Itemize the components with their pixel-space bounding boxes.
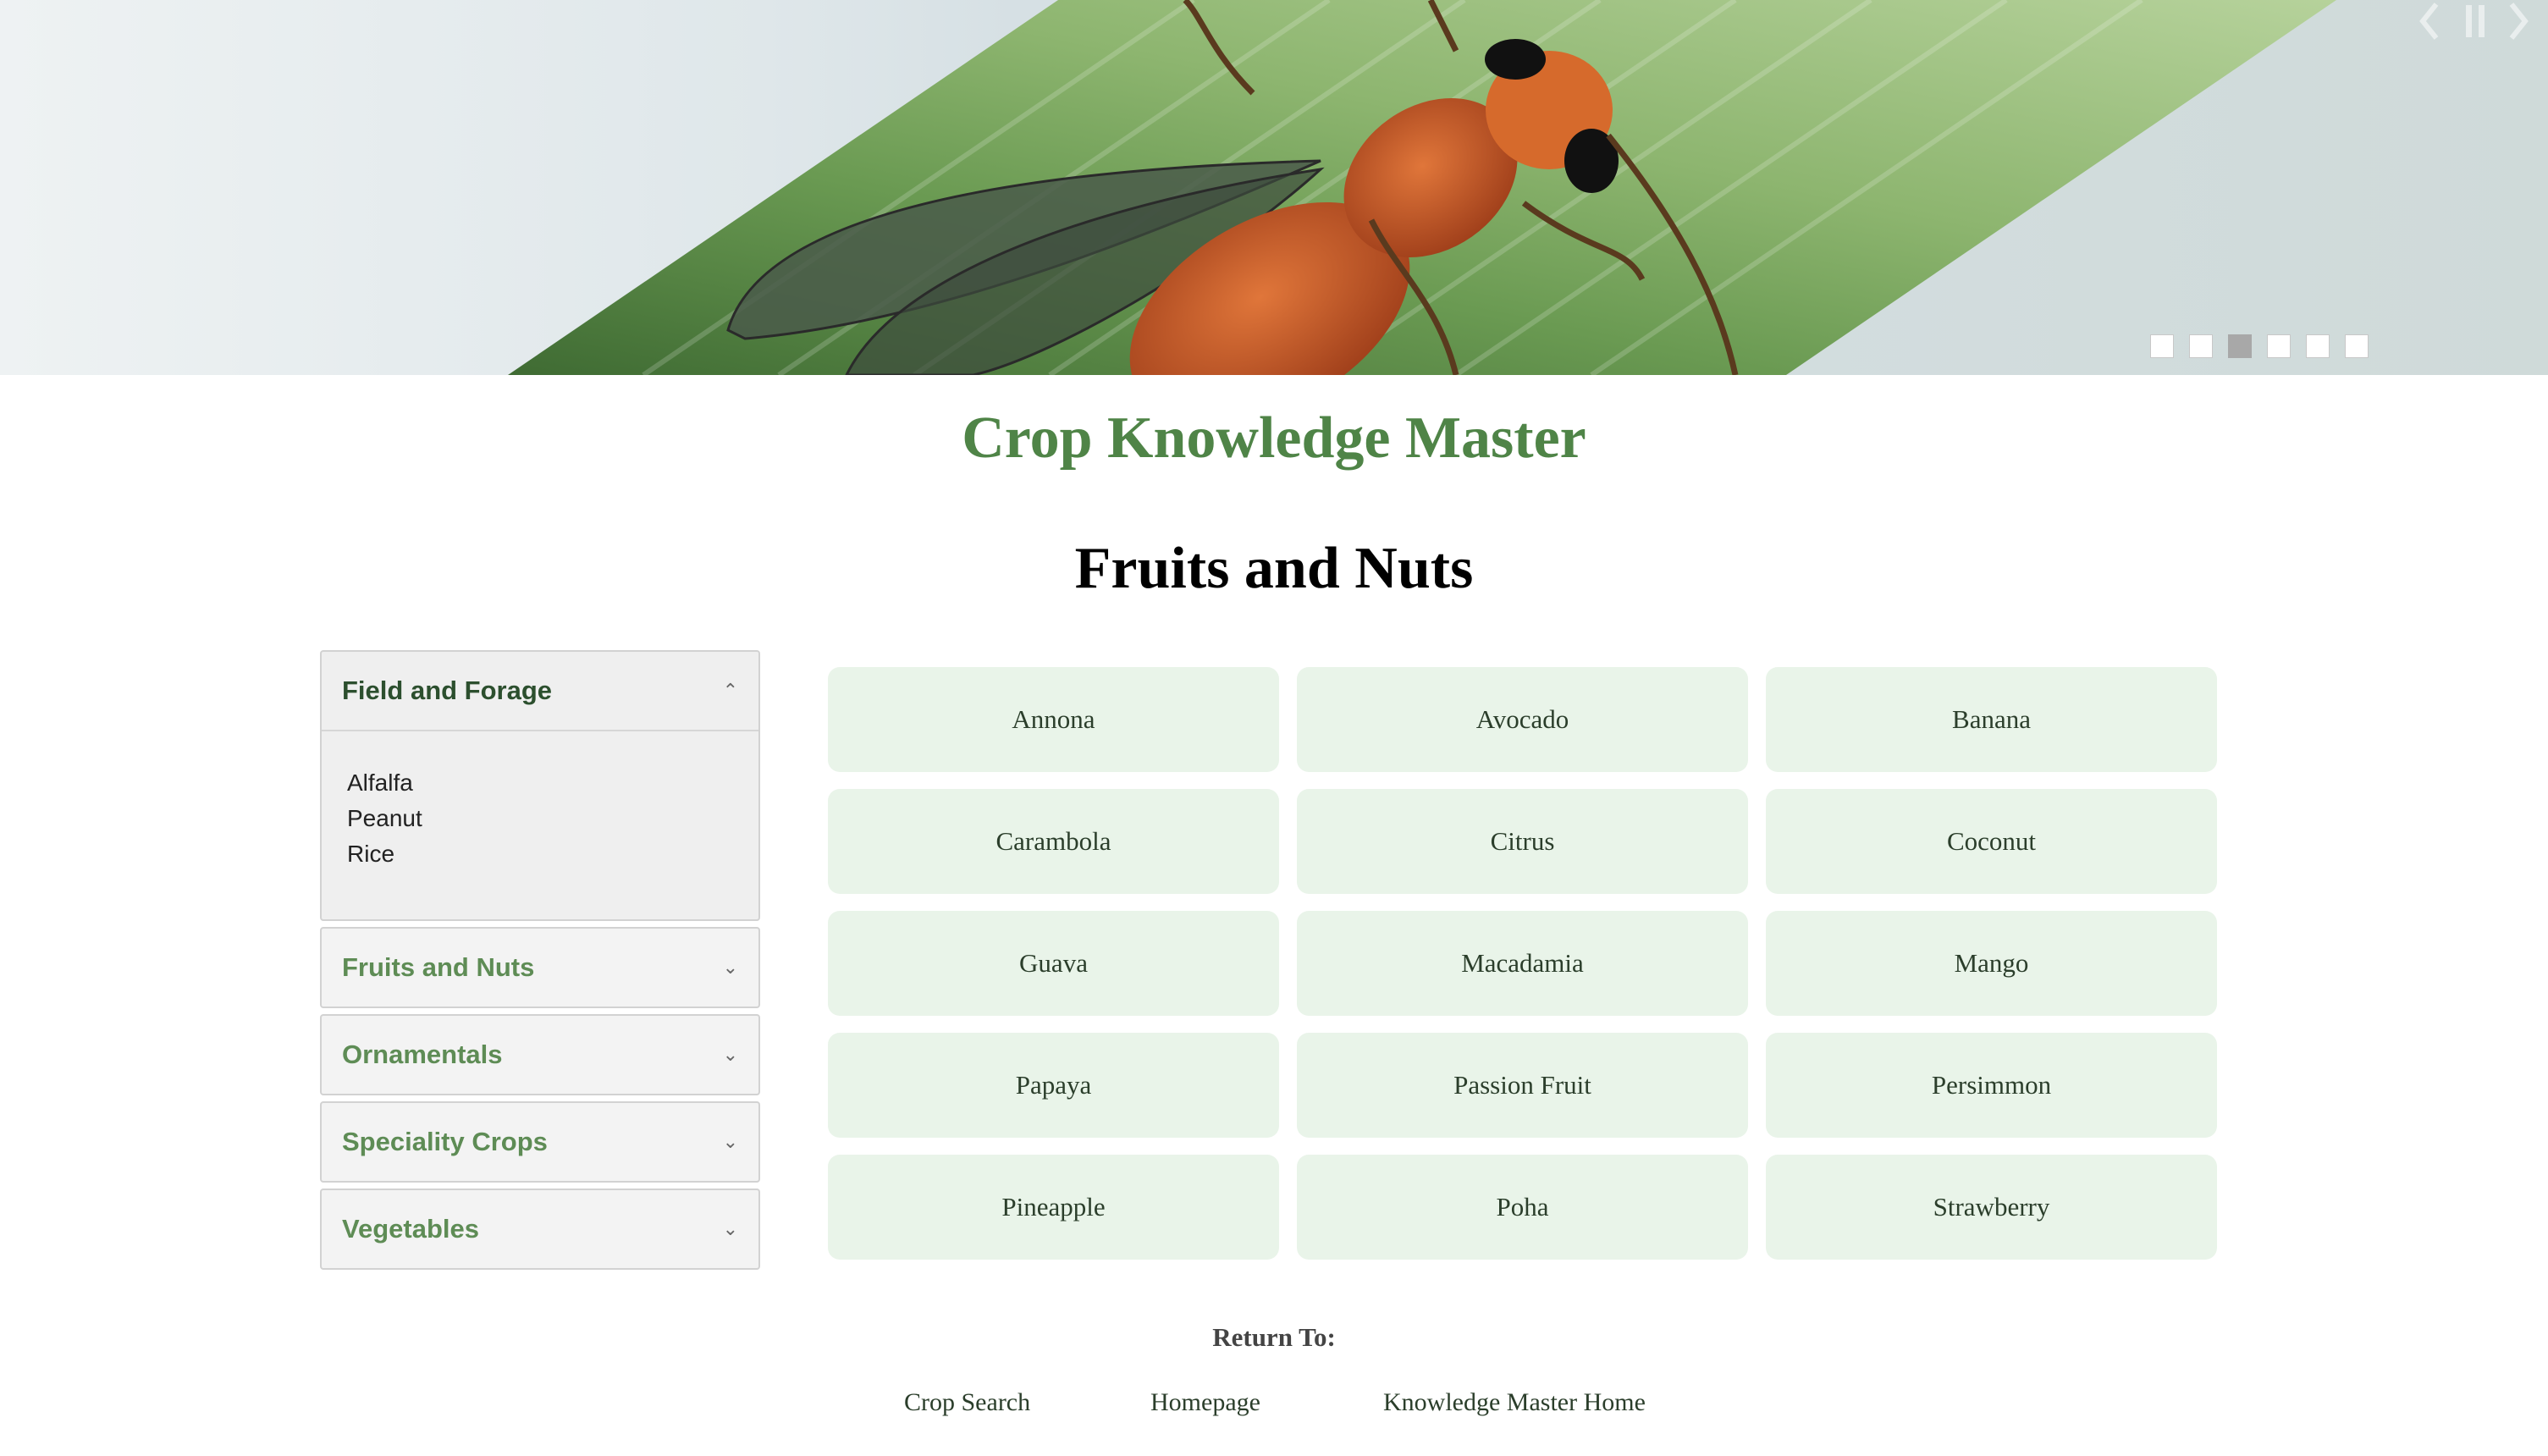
accordion-header-label: Ornamentals	[342, 1040, 503, 1069]
crop-tile-poha[interactable]: Poha	[1297, 1155, 1748, 1260]
site-title: Crop Knowledge Master	[962, 405, 1586, 471]
accordion-header-label: Vegetables	[342, 1214, 479, 1244]
accordion-section-fruits-and-nuts: Fruits and Nuts ⌄	[320, 927, 760, 1008]
crop-tile-citrus[interactable]: Citrus	[1297, 789, 1748, 894]
slide-dot[interactable]	[2189, 334, 2213, 358]
crop-tile-guava[interactable]: Guava	[828, 911, 1279, 1016]
crop-tile-annona[interactable]: Annona	[828, 667, 1279, 772]
hero-banner	[0, 0, 2548, 375]
accordion-header-ornamentals[interactable]: Ornamentals ⌄	[322, 1016, 758, 1094]
crop-tile-passion-fruit[interactable]: Passion Fruit	[1297, 1033, 1748, 1138]
accordion-section-vegetables: Vegetables ⌄	[320, 1189, 760, 1270]
crop-tile-macadamia[interactable]: Macadamia	[1297, 911, 1748, 1016]
slide-dot-active[interactable]	[2228, 334, 2252, 358]
return-to-label: Return To:	[1212, 1322, 1336, 1352]
footer-link-crop-search[interactable]: Crop Search	[904, 1388, 1030, 1417]
crop-tile-coconut[interactable]: Coconut	[1766, 789, 2217, 894]
accordion-header-vegetables[interactable]: Vegetables ⌄	[322, 1190, 758, 1268]
accordion-section-ornamentals: Ornamentals ⌄	[320, 1014, 760, 1095]
footer-link-homepage[interactable]: Homepage	[1150, 1388, 1260, 1417]
accordion-header-speciality-crops[interactable]: Speciality Crops ⌄	[322, 1103, 758, 1181]
chevron-down-icon: ⌄	[722, 1218, 738, 1239]
accordion-header-label: Field and Forage	[342, 676, 553, 705]
crop-tile-persimmon[interactable]: Persimmon	[1766, 1033, 2217, 1138]
crop-link-rice[interactable]: Rice	[347, 836, 733, 872]
chevron-down-icon: ⌄	[722, 1131, 738, 1152]
accordion-body: Alfalfa Peanut Rice	[322, 731, 758, 919]
accordion-header-field-and-forage[interactable]: Field and Forage ⌃	[322, 652, 758, 731]
hero-image-wasp-on-leaf	[508, 0, 2336, 375]
crop-tile-pineapple[interactable]: Pineapple	[828, 1155, 1279, 1260]
pause-icon[interactable]	[2459, 0, 2493, 42]
chevron-down-icon: ⌄	[722, 1044, 738, 1065]
chevron-right-icon[interactable]	[2501, 0, 2535, 42]
slideshow-pager	[2150, 334, 2369, 360]
page-title: Fruits and Nuts	[1074, 536, 1474, 601]
crop-tile-avocado[interactable]: Avocado	[1297, 667, 1748, 772]
slide-dot[interactable]	[2306, 334, 2330, 358]
accordion-section-speciality-crops: Speciality Crops ⌄	[320, 1101, 760, 1183]
crop-link-peanut[interactable]: Peanut	[347, 801, 733, 836]
crop-tile-strawberry[interactable]: Strawberry	[1766, 1155, 2217, 1260]
crop-grid: Annona Avocado Banana Carambola Citrus C…	[828, 667, 2217, 1260]
footer-links: Crop Search Homepage Knowledge Master Ho…	[0, 1388, 2548, 1422]
crop-tile-banana[interactable]: Banana	[1766, 667, 2217, 772]
accordion-header-label: Fruits and Nuts	[342, 952, 535, 982]
accordion-header-label: Speciality Crops	[342, 1127, 548, 1156]
crop-link-alfalfa[interactable]: Alfalfa	[347, 765, 733, 801]
chevron-up-icon: ⌃	[722, 680, 738, 701]
accordion-header-fruits-and-nuts[interactable]: Fruits and Nuts ⌄	[322, 929, 758, 1007]
crop-tile-carambola[interactable]: Carambola	[828, 789, 1279, 894]
category-accordion: Field and Forage ⌃ Alfalfa Peanut Rice F…	[320, 650, 760, 1276]
slide-dot[interactable]	[2267, 334, 2291, 358]
chevron-left-icon[interactable]	[2413, 0, 2446, 42]
accordion-section-field-and-forage: Field and Forage ⌃ Alfalfa Peanut Rice	[320, 650, 760, 921]
slide-dot[interactable]	[2345, 334, 2369, 358]
chevron-down-icon: ⌄	[722, 957, 738, 978]
crop-tile-mango[interactable]: Mango	[1766, 911, 2217, 1016]
footer-link-knowledge-master-home[interactable]: Knowledge Master Home	[1383, 1388, 1646, 1417]
slide-dot[interactable]	[2150, 334, 2174, 358]
crop-tile-papaya[interactable]: Papaya	[828, 1033, 1279, 1138]
